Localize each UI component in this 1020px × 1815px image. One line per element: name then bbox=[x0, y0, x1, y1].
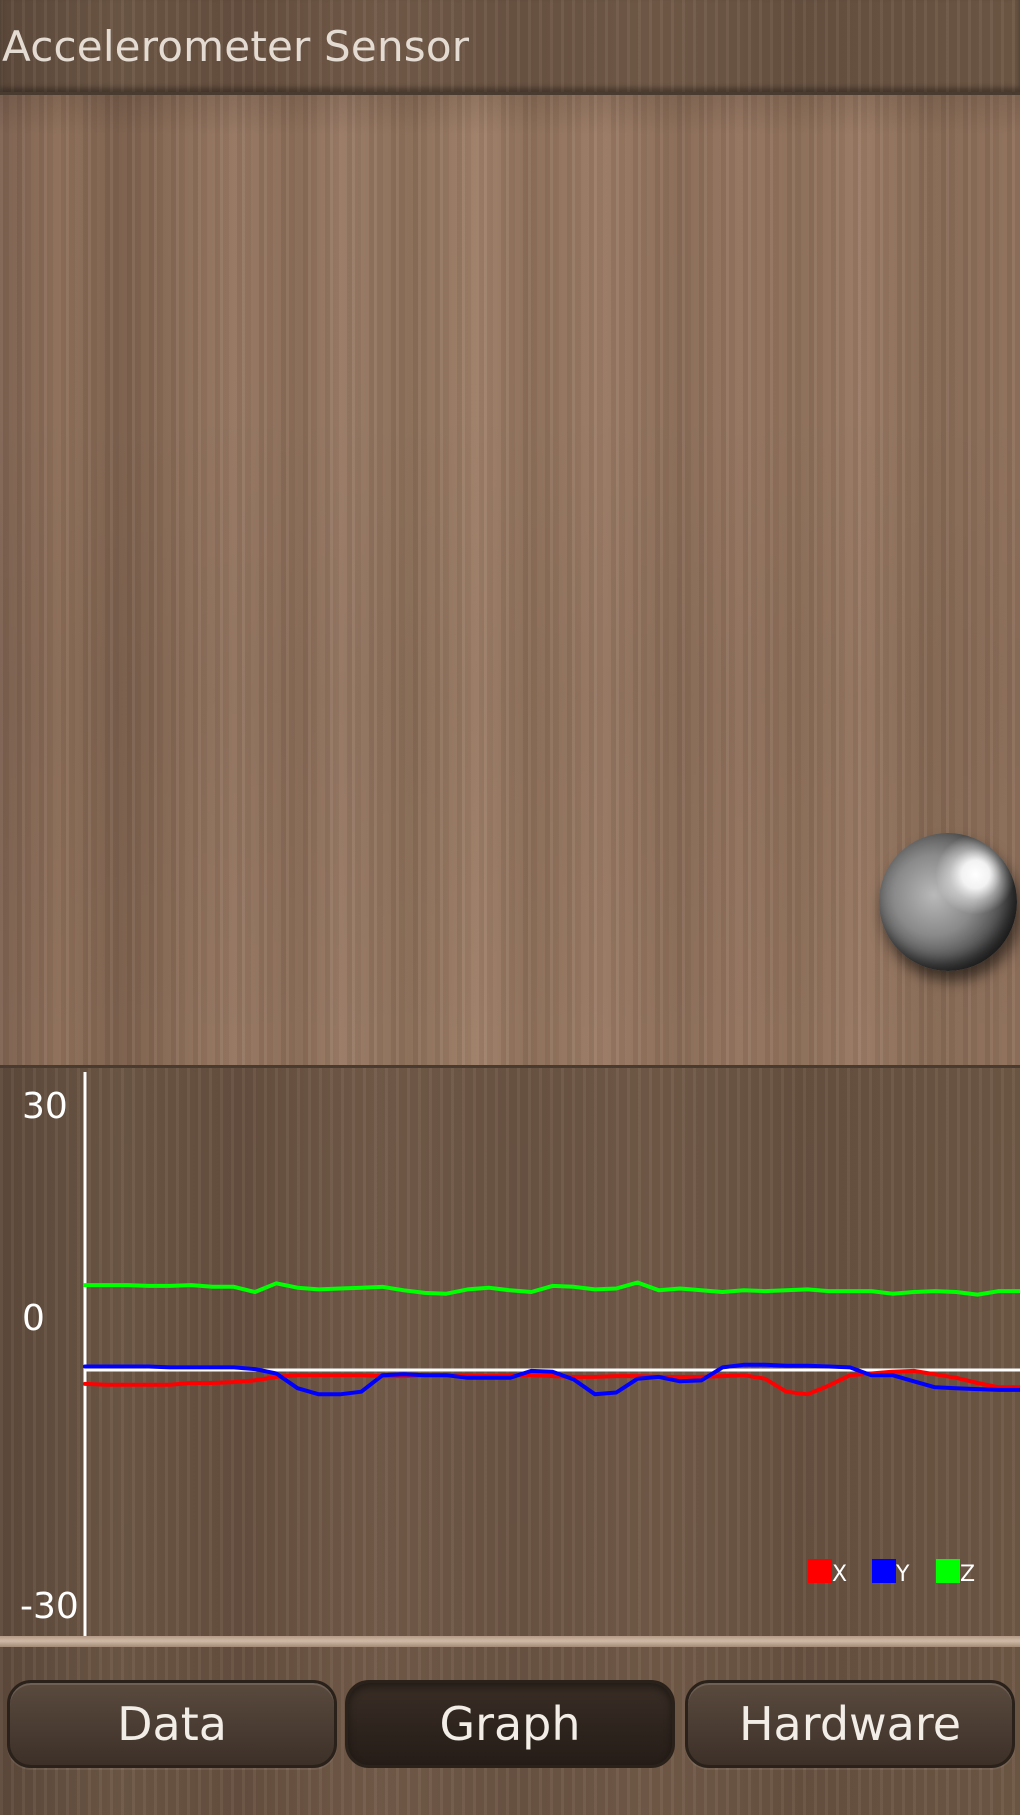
legend-swatch-y bbox=[872, 1559, 896, 1583]
tab-data[interactable]: Data bbox=[7, 1680, 337, 1768]
ball-play-area[interactable] bbox=[0, 95, 1020, 1065]
y-tick-label-min: -30 bbox=[20, 1586, 79, 1627]
legend-swatch-x bbox=[808, 1559, 832, 1583]
series-line-z bbox=[83, 1280, 1020, 1297]
app-root: Accelerometer Sensor 30 0 -30 X Y Z Data Grap… bbox=[0, 0, 1020, 1815]
accelerometer-line-chart: 30 0 -30 X Y Z bbox=[20, 1072, 1020, 1636]
tab-hardware[interactable]: Hardware bbox=[685, 1680, 1015, 1768]
legend-label-x: X bbox=[832, 1562, 847, 1587]
tab-graph-label: Graph bbox=[439, 1697, 581, 1751]
tab-hardware-label: Hardware bbox=[738, 1697, 962, 1751]
tab-graph[interactable]: Graph bbox=[345, 1680, 675, 1768]
legend-swatch-z bbox=[936, 1559, 960, 1583]
title-bar: Accelerometer Sensor bbox=[0, 0, 1020, 95]
app-title: Accelerometer Sensor bbox=[2, 22, 470, 71]
bottom-tab-bar: Data Graph Hardware bbox=[0, 1647, 1020, 1815]
y-tick-label-zero: 0 bbox=[22, 1298, 45, 1339]
steel-ball bbox=[879, 833, 1017, 971]
legend-label-y: Y bbox=[895, 1562, 910, 1587]
play-area-shading bbox=[0, 95, 1020, 1065]
legend-label-z: Z bbox=[960, 1562, 975, 1587]
tab-data-label: Data bbox=[117, 1697, 227, 1751]
y-tick-label-max: 30 bbox=[22, 1086, 68, 1127]
graph-panel: 30 0 -30 X Y Z bbox=[0, 1065, 1020, 1650]
